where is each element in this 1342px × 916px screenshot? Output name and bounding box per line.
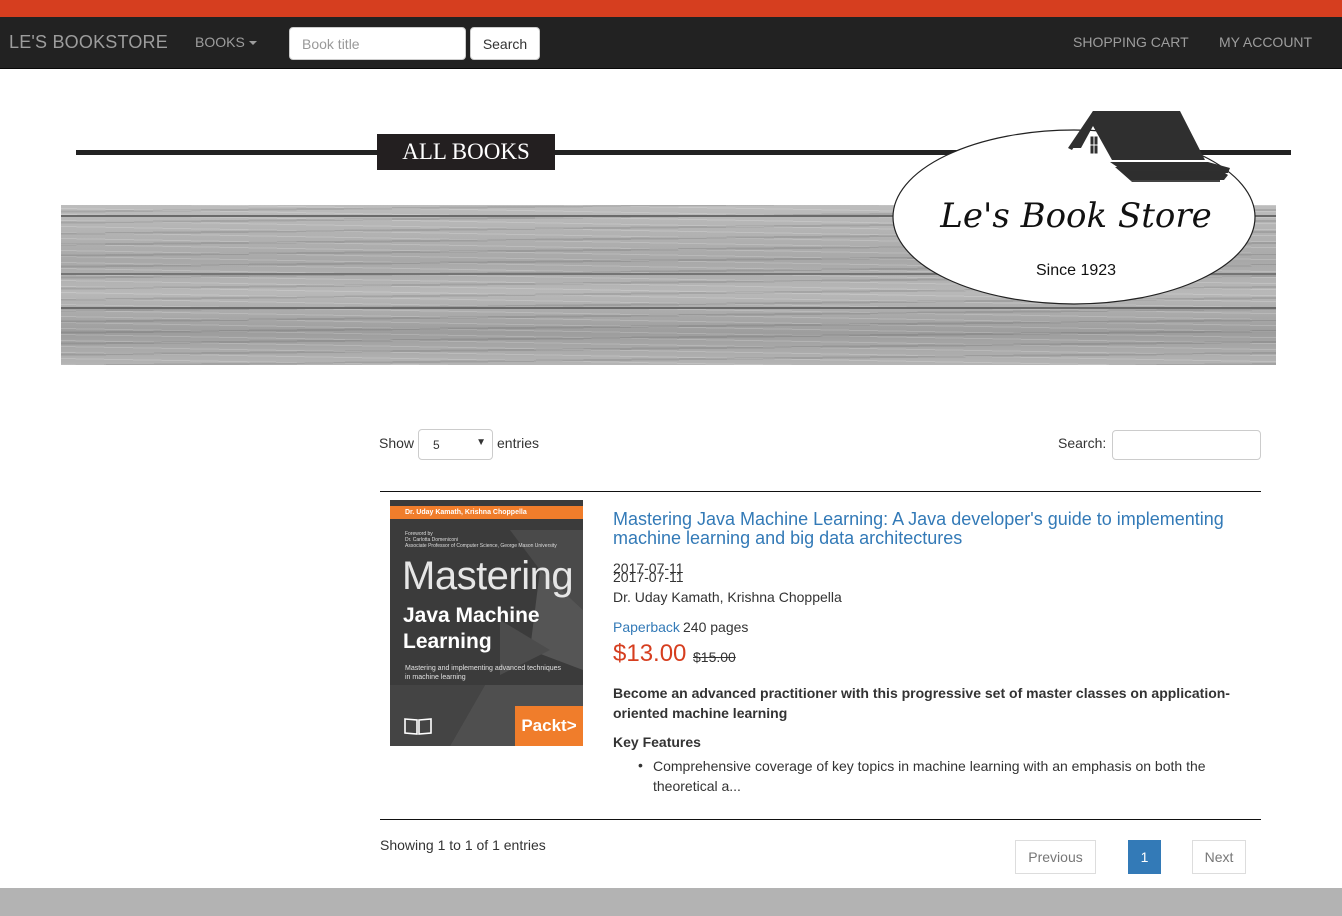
open-book-icon — [404, 718, 432, 735]
page-length-select[interactable]: 5 ▼ — [418, 429, 493, 460]
book-cover-image[interactable]: Dr. Uday Kamath, Krishna Choppella Forew… — [390, 500, 583, 746]
books-menu-label: BOOKS — [195, 34, 245, 50]
books-dropdown[interactable]: BOOKS — [195, 34, 257, 50]
book-original-price: $15.00 — [693, 649, 736, 665]
pagination-page-1[interactable]: 1 — [1128, 840, 1161, 874]
shopping-cart-link[interactable]: SHOPPING CART — [1073, 34, 1189, 50]
top-accent-strip — [0, 0, 1342, 17]
footer-bar — [0, 888, 1342, 916]
logo-since-text: Since 1923 — [1035, 262, 1117, 279]
page-length-value: 5 — [433, 438, 440, 452]
store-logo: Le's Book Store Since 1923 — [890, 108, 1260, 308]
book-summary: Become an advanced practitioner with thi… — [613, 685, 1230, 721]
cover-subtitle: Mastering and implementing advanced tech… — [405, 665, 562, 681]
cover-title-rest: Java Machine Learning — [403, 604, 540, 653]
table-top-border — [380, 491, 1261, 492]
caret-down-icon — [248, 41, 257, 46]
pagination-next[interactable]: Next — [1192, 840, 1246, 874]
book-price: $13.00 — [613, 640, 687, 667]
table-info: Showing 1 to 1 of 1 entries — [380, 837, 546, 853]
book-authors: Dr. Uday Kamath, Krishna Choppella — [613, 589, 842, 605]
cover-foreword-line: Associate Professor of Computer Science,… — [405, 543, 557, 549]
page-heading: ALL BOOKS — [377, 134, 555, 170]
book-title-search-input[interactable] — [289, 27, 466, 60]
key-features-heading: Key Features — [613, 734, 701, 750]
my-account-link[interactable]: MY ACCOUNT — [1219, 34, 1312, 50]
table-search-label: Search: — [1058, 435, 1107, 451]
brand-link[interactable]: LE'S BOOKSTORE — [9, 32, 168, 53]
cover-authors-band: Dr. Uday Kamath, Krishna Choppella — [390, 506, 583, 519]
show-label: Show — [379, 435, 415, 451]
bullet-icon: • — [638, 757, 643, 773]
dropdown-arrow-icon: ▼ — [476, 437, 486, 448]
search-button[interactable]: Search — [470, 27, 540, 60]
book-format-link[interactable]: Paperback — [613, 619, 680, 635]
table-search-input[interactable] — [1112, 430, 1261, 460]
logo-store-name: Le's Book Store — [940, 196, 1212, 236]
entries-label: entries — [497, 435, 540, 451]
publisher-logo: Packt> — [515, 706, 583, 746]
table-bottom-border — [380, 819, 1261, 820]
book-date: 2017-07-11 — [613, 569, 684, 585]
book-title-link[interactable]: Mastering Java Machine Learning: A Java … — [613, 510, 1253, 548]
cover-title-word: Mastering — [402, 554, 574, 598]
book-pages: 240 pages — [683, 619, 749, 635]
pagination-previous[interactable]: Previous — [1015, 840, 1096, 874]
cover-foreword: Foreword by Dr. Carlotta Domeniconi Asso… — [405, 531, 575, 549]
navbar: LE'S BOOKSTORE BOOKS Search SHOPPING CAR… — [0, 17, 1342, 69]
key-feature-item: Comprehensive coverage of key topics in … — [653, 758, 1206, 794]
